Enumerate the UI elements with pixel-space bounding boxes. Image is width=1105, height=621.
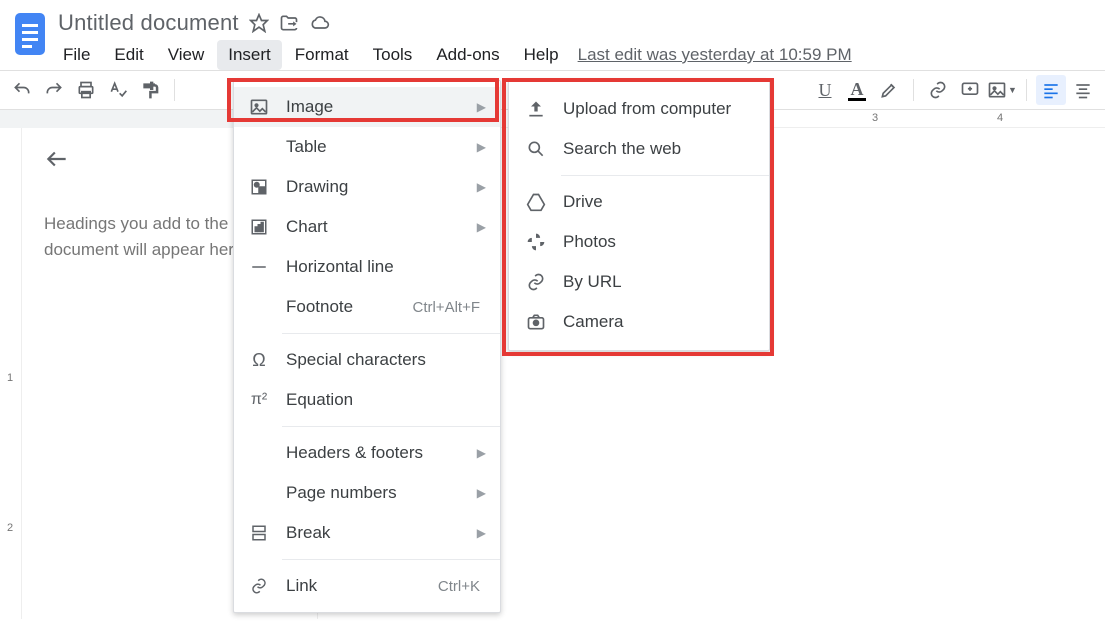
underline-button[interactable]: U bbox=[810, 75, 840, 105]
image-icon bbox=[248, 97, 270, 117]
drawing-icon bbox=[248, 178, 270, 196]
menu-item-label: Break bbox=[286, 523, 480, 543]
drive-item[interactable]: Drive bbox=[509, 182, 769, 222]
search-the-web-item[interactable]: Search the web bbox=[509, 129, 769, 169]
insert-break-item[interactable]: Break ▶ bbox=[234, 513, 500, 553]
menu-tools[interactable]: Tools bbox=[362, 40, 424, 70]
spellcheck-button[interactable] bbox=[103, 75, 133, 105]
toolbar-separator bbox=[913, 79, 914, 101]
menu-item-label: Footnote bbox=[286, 297, 396, 317]
menu-item-label: Image bbox=[286, 97, 480, 117]
link-icon bbox=[248, 577, 270, 595]
insert-page-numbers-item[interactable]: Page numbers ▶ bbox=[234, 473, 500, 513]
submenu-label: Drive bbox=[563, 192, 603, 212]
menu-item-label: Equation bbox=[286, 390, 480, 410]
add-comment-button[interactable] bbox=[955, 75, 985, 105]
menu-view[interactable]: View bbox=[157, 40, 216, 70]
toolbar-separator bbox=[1026, 79, 1027, 101]
search-icon bbox=[525, 139, 547, 159]
toolbar-separator bbox=[174, 79, 175, 101]
chevron-right-icon: ▶ bbox=[477, 526, 486, 540]
photos-icon bbox=[525, 232, 547, 252]
insert-image-button[interactable]: ▼ bbox=[987, 75, 1017, 105]
move-icon[interactable] bbox=[279, 13, 299, 33]
menu-item-label: Table bbox=[286, 137, 480, 157]
insert-link-button[interactable] bbox=[923, 75, 953, 105]
insert-image-item[interactable]: Image ▶ bbox=[234, 87, 500, 127]
print-button[interactable] bbox=[71, 75, 101, 105]
text-color-button[interactable]: A bbox=[842, 75, 872, 105]
chevron-right-icon: ▶ bbox=[477, 100, 486, 114]
insert-table-item[interactable]: Table ▶ bbox=[234, 127, 500, 167]
redo-button[interactable] bbox=[39, 75, 69, 105]
paint-format-button[interactable] bbox=[135, 75, 165, 105]
submenu-label: By URL bbox=[563, 272, 622, 292]
cloud-status-icon[interactable] bbox=[309, 13, 331, 33]
chevron-right-icon: ▶ bbox=[477, 140, 486, 154]
menu-separator bbox=[282, 426, 500, 427]
star-icon[interactable] bbox=[249, 13, 269, 33]
image-submenu: Upload from computer Search the web Driv… bbox=[508, 80, 770, 351]
menu-insert[interactable]: Insert bbox=[217, 40, 282, 70]
docs-logo-icon[interactable] bbox=[8, 6, 52, 62]
chevron-right-icon: ▶ bbox=[477, 180, 486, 194]
undo-button[interactable] bbox=[7, 75, 37, 105]
pi-icon: π² bbox=[248, 391, 270, 409]
shortcut-text: Ctrl+K bbox=[438, 578, 480, 595]
menu-bar: File Edit View Insert Format Tools Add-o… bbox=[52, 36, 852, 70]
submenu-label: Photos bbox=[563, 232, 616, 252]
menu-item-label: Chart bbox=[286, 217, 480, 237]
menu-edit[interactable]: Edit bbox=[103, 40, 154, 70]
photos-item[interactable]: Photos bbox=[509, 222, 769, 262]
horizontal-line-icon bbox=[248, 258, 270, 276]
submenu-label: Upload from computer bbox=[563, 99, 731, 119]
document-title[interactable]: Untitled document bbox=[58, 10, 239, 36]
menu-help[interactable]: Help bbox=[513, 40, 570, 70]
chart-icon bbox=[248, 218, 270, 236]
menu-addons[interactable]: Add-ons bbox=[425, 40, 510, 70]
insert-equation-item[interactable]: π² Equation bbox=[234, 380, 500, 420]
insert-drawing-item[interactable]: Drawing ▶ bbox=[234, 167, 500, 207]
chevron-right-icon: ▶ bbox=[477, 220, 486, 234]
insert-link-item[interactable]: Link Ctrl+K bbox=[234, 566, 500, 606]
menu-item-label: Horizontal line bbox=[286, 257, 480, 277]
omega-icon: Ω bbox=[248, 350, 270, 371]
insert-dropdown: Image ▶ Table ▶ Drawing ▶ Chart ▶ Horizo… bbox=[233, 80, 501, 613]
menu-format[interactable]: Format bbox=[284, 40, 360, 70]
submenu-label: Camera bbox=[563, 312, 623, 332]
by-url-item[interactable]: By URL bbox=[509, 262, 769, 302]
insert-special-chars-item[interactable]: Ω Special characters bbox=[234, 340, 500, 380]
upload-icon bbox=[525, 99, 547, 119]
insert-headers-footers-item[interactable]: Headers & footers ▶ bbox=[234, 433, 500, 473]
camera-item[interactable]: Camera bbox=[509, 302, 769, 342]
menu-item-label: Page numbers bbox=[286, 483, 480, 503]
submenu-label: Search the web bbox=[563, 139, 681, 159]
insert-hr-item[interactable]: Horizontal line bbox=[234, 247, 500, 287]
title-bar: Untitled document File Edit View Insert … bbox=[0, 0, 1105, 70]
menu-separator bbox=[282, 333, 500, 334]
menu-separator bbox=[561, 175, 769, 176]
align-center-button[interactable] bbox=[1068, 75, 1098, 105]
menu-file[interactable]: File bbox=[52, 40, 101, 70]
insert-chart-item[interactable]: Chart ▶ bbox=[234, 207, 500, 247]
insert-footnote-item[interactable]: Footnote Ctrl+Alt+F bbox=[234, 287, 500, 327]
upload-from-computer-item[interactable]: Upload from computer bbox=[509, 89, 769, 129]
align-left-button[interactable] bbox=[1036, 75, 1066, 105]
last-edit-link[interactable]: Last edit was yesterday at 10:59 PM bbox=[578, 45, 852, 65]
vertical-ruler[interactable]: 1 2 bbox=[0, 128, 22, 619]
chevron-right-icon: ▶ bbox=[477, 486, 486, 500]
menu-item-label: Special characters bbox=[286, 350, 480, 370]
camera-icon bbox=[525, 312, 547, 332]
menu-item-label: Headers & footers bbox=[286, 443, 480, 463]
link-icon bbox=[525, 272, 547, 292]
chevron-right-icon: ▶ bbox=[477, 446, 486, 460]
menu-item-label: Drawing bbox=[286, 177, 480, 197]
drive-icon bbox=[525, 192, 547, 212]
break-icon bbox=[248, 524, 270, 542]
menu-item-label: Link bbox=[286, 576, 422, 596]
highlight-button[interactable] bbox=[874, 75, 904, 105]
shortcut-text: Ctrl+Alt+F bbox=[412, 299, 480, 316]
menu-separator bbox=[282, 559, 500, 560]
